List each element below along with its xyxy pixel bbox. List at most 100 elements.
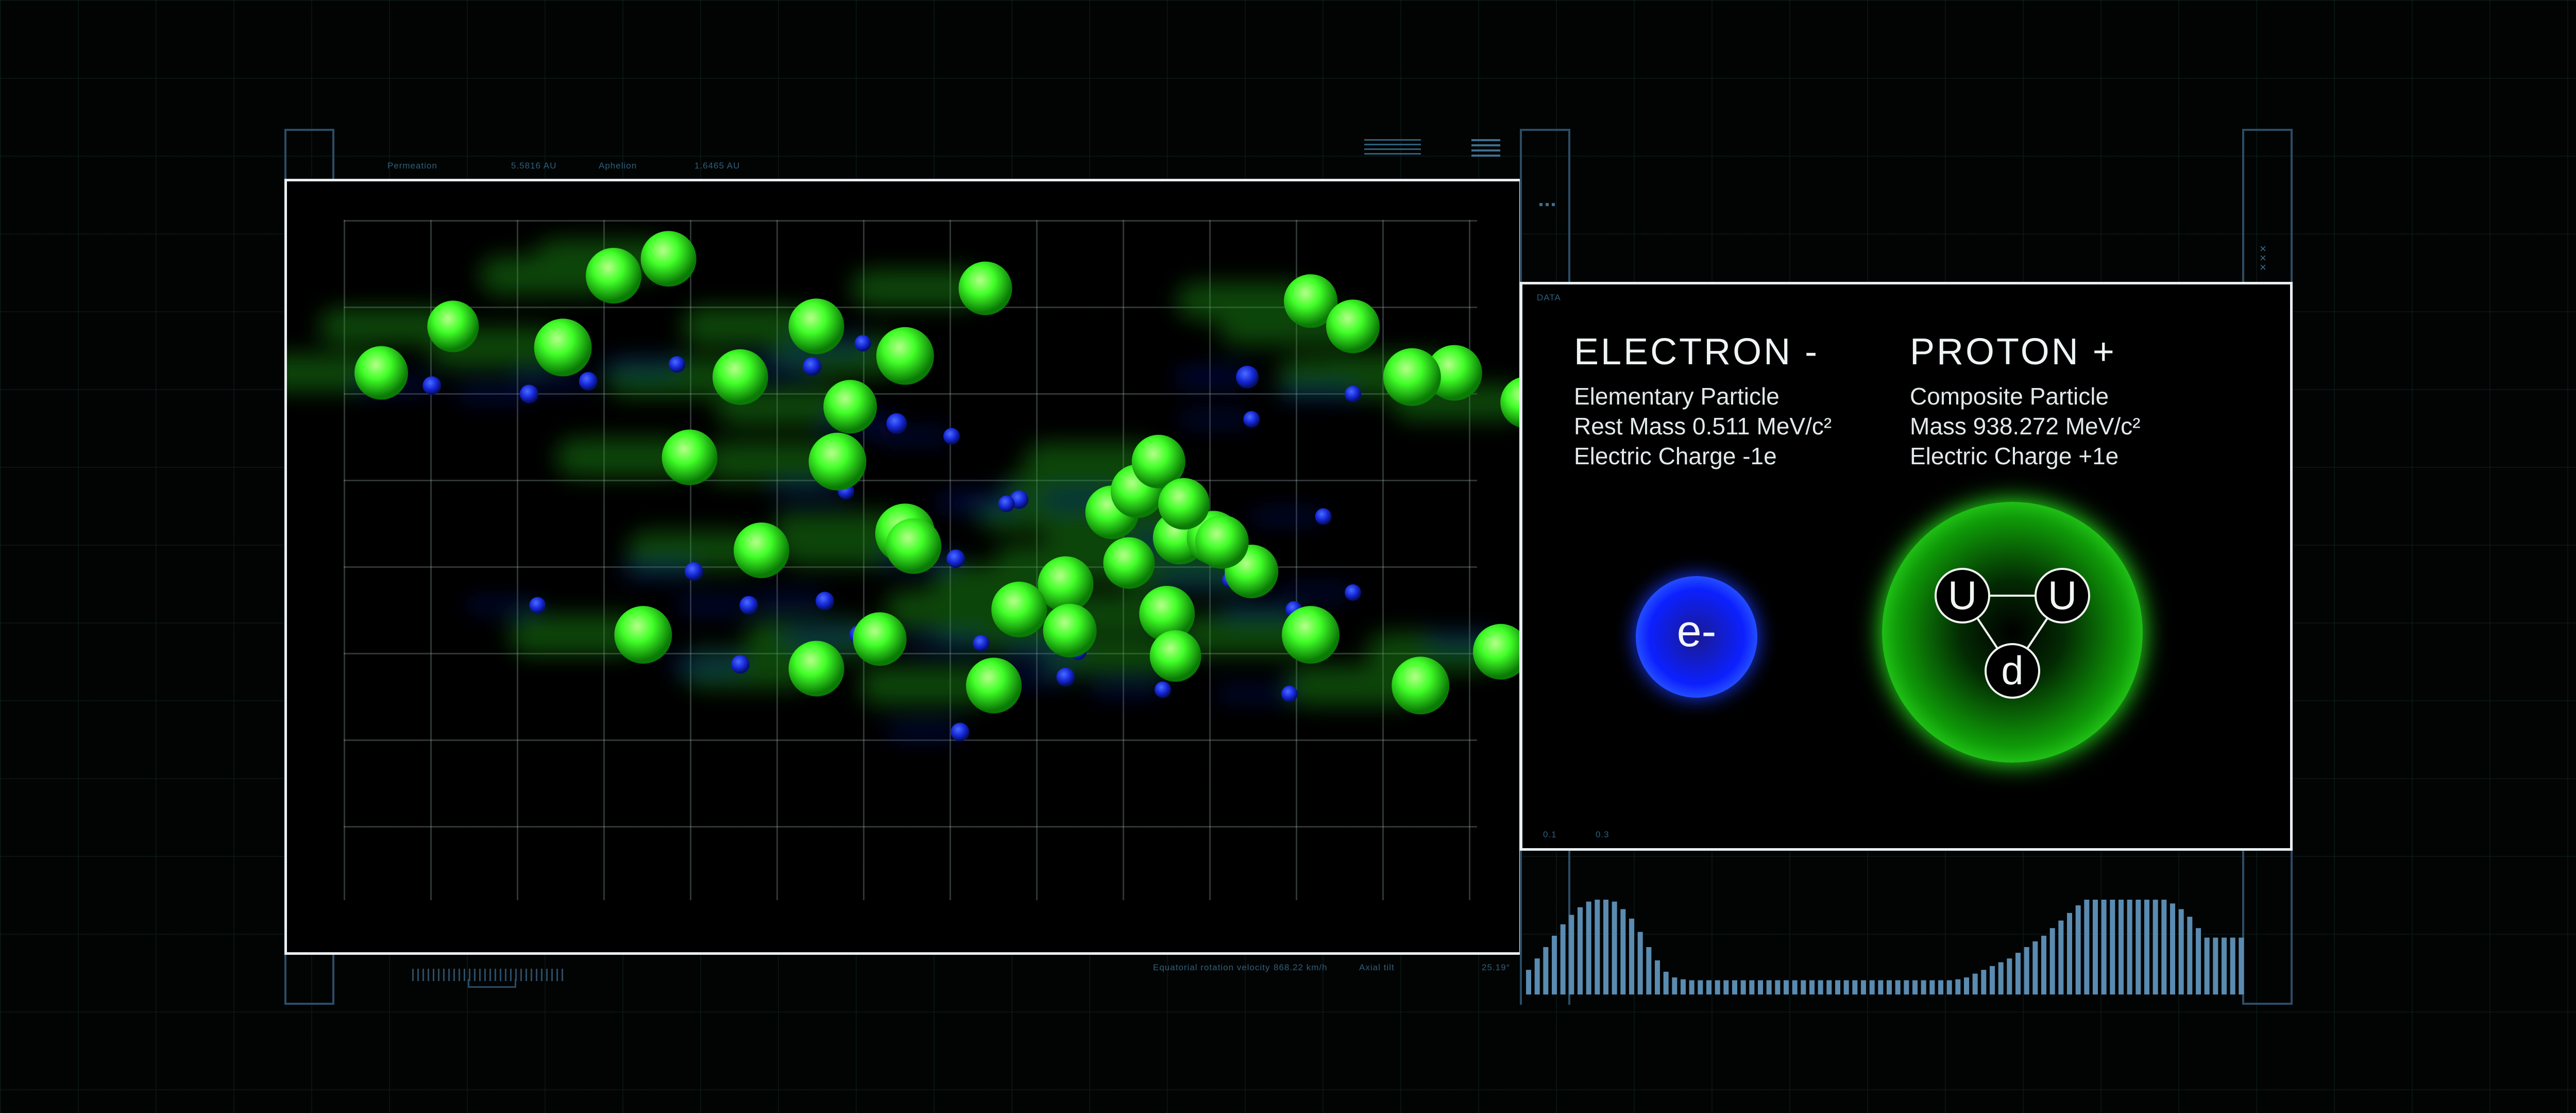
- histogram-bar: [1878, 980, 1884, 994]
- histogram-bar: [1826, 980, 1832, 994]
- proton-particle: [534, 318, 592, 377]
- electron-title: ELECTRON -: [1574, 331, 1820, 373]
- histogram-bar: [2204, 937, 2210, 994]
- proton-title: PROTON +: [1910, 331, 2116, 373]
- proton-particle: [788, 640, 844, 697]
- histogram-bar: [1560, 924, 1566, 994]
- data-tag: DATA: [1537, 293, 1561, 302]
- quark-up-b: U: [2048, 572, 2077, 618]
- histogram-bar: [1740, 980, 1746, 994]
- close-icon[interactable]: × × ×: [2260, 243, 2266, 273]
- motion-trail: [676, 599, 749, 611]
- histogram-bar: [2075, 905, 2081, 994]
- motion-trail: [465, 600, 538, 611]
- electron-particle: [946, 549, 965, 568]
- histogram-bar: [2222, 937, 2227, 994]
- histogram-bar: [1706, 980, 1711, 994]
- motion-trail: [888, 726, 960, 738]
- proton-particle: [966, 657, 1022, 714]
- electron-particle: [684, 562, 703, 581]
- proton-particle: [1326, 299, 1380, 353]
- proton-particle: [1195, 515, 1249, 569]
- histogram-bar: [1723, 980, 1729, 994]
- histogram-bar: [2178, 909, 2184, 994]
- histogram-bar: [1801, 980, 1806, 994]
- histogram-bar: [1534, 958, 1540, 994]
- histogram-bar: [1672, 977, 1677, 994]
- electron-particle: [998, 495, 1015, 512]
- histogram: [1526, 900, 2244, 994]
- histogram-bar: [1972, 973, 1978, 994]
- menu-lines-icon[interactable]: [1471, 139, 1500, 160]
- proton-particle: [734, 522, 789, 578]
- histogram-bar: [1552, 935, 1557, 994]
- histogram-bar: [1655, 960, 1660, 994]
- particle-data-panel: DATA 0.1 0.3 ELECTRON - Elementary Parti…: [1520, 282, 2293, 851]
- proton-charge: Electric Charge +1e: [1910, 443, 2119, 469]
- histogram-bar: [1620, 909, 1626, 994]
- proton-particle: [823, 380, 877, 434]
- proton-particle: [876, 327, 934, 385]
- bottom-ruler-bracket[interactable]: [468, 979, 516, 988]
- histogram-bar: [2015, 953, 2021, 994]
- electron-mass: Rest Mass 0.511 MeV/c²: [1574, 413, 1832, 440]
- histogram-bar: [1569, 915, 1574, 994]
- proton-type: Composite Particle: [1910, 383, 2109, 410]
- proton-particle: [808, 432, 867, 491]
- histogram-bar: [1835, 980, 1840, 994]
- histogram-bar: [1946, 980, 1952, 994]
- histogram-bar: [1637, 932, 1643, 994]
- velocity-label: Equatorial rotation velocity: [1153, 963, 1270, 972]
- motion-trail: [909, 638, 981, 648]
- histogram-bar: [1912, 980, 1918, 994]
- histogram-bar: [2024, 947, 2029, 994]
- proton-icon[interactable]: U U d: [1882, 502, 2143, 763]
- motion-trail: [1217, 689, 1290, 699]
- histogram-bar: [2127, 900, 2132, 994]
- histogram-bar: [2007, 958, 2012, 994]
- histogram-bar: [1887, 980, 1892, 994]
- motion-trail: [1281, 587, 1353, 598]
- proton-particle: [1149, 630, 1201, 682]
- histogram-bar: [1766, 980, 1772, 994]
- histogram-bar: [2170, 903, 2175, 994]
- proton-particle: [713, 349, 768, 405]
- electron-particle: [529, 597, 546, 614]
- electron-icon[interactable]: e-: [1636, 576, 1757, 698]
- simulation-viewport[interactable]: [284, 179, 1522, 955]
- motion-trail: [1251, 511, 1324, 521]
- electron-particle: [579, 372, 598, 391]
- histogram-bar: [2187, 917, 2193, 994]
- proton-particle: [1282, 606, 1340, 664]
- histogram-bar: [2239, 937, 2244, 994]
- histogram-bar: [1895, 980, 1901, 994]
- proton-particle: [853, 612, 907, 666]
- motion-trail: [786, 629, 859, 640]
- proton-particle: [1392, 656, 1450, 715]
- histogram-bar: [1861, 980, 1866, 994]
- dots-icon[interactable]: [1539, 203, 1555, 206]
- proton-mass: Mass 938.272 MeV/c²: [1910, 413, 2141, 440]
- electron-particle: [951, 722, 970, 741]
- aphelion-value: 1.6465 AU: [694, 161, 740, 171]
- proton-particle: [958, 261, 1012, 315]
- histogram-bar: [2032, 941, 2038, 994]
- histogram-bar: [1869, 980, 1875, 994]
- motion-trail: [1091, 685, 1163, 695]
- electron-particle: [1155, 681, 1171, 698]
- aphelion-label: Aphelion: [599, 161, 637, 171]
- histogram-bar: [2084, 900, 2090, 994]
- permeation-label: Permeation: [387, 161, 437, 171]
- proton-particle: [1043, 603, 1097, 657]
- motion-trail: [879, 431, 952, 442]
- histogram-bar: [1843, 980, 1849, 994]
- electron-particle: [816, 592, 834, 611]
- electron-particle: [1315, 508, 1332, 525]
- histogram-bar: [1543, 947, 1549, 994]
- electron-particle: [1281, 685, 1298, 702]
- proton-particle: [1158, 478, 1210, 530]
- histogram-bar: [1749, 980, 1755, 994]
- electron-particle: [854, 335, 871, 352]
- quark-up-a: U: [1948, 572, 1977, 618]
- electron-particle: [520, 384, 538, 403]
